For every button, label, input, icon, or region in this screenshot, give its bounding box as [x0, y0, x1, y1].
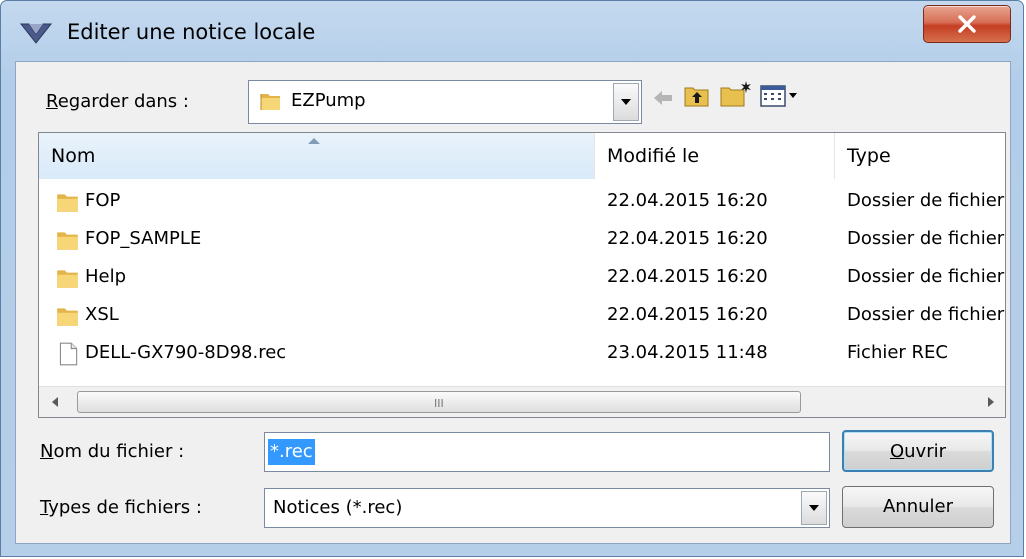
filename-value: *.rec: [268, 439, 315, 465]
filename-input[interactable]: *.rec: [264, 432, 830, 472]
folder-icon: [57, 308, 78, 326]
scrollbar-thumb[interactable]: III: [77, 391, 801, 413]
file-row[interactable]: DELL-GX790-8D98.rec 23.04.2015 11:48 Fic…: [39, 335, 1005, 373]
file-modified: 22.04.2015 16:20: [607, 190, 768, 211]
open-label: uvrir: [904, 441, 947, 462]
file-type: Dossier de fichier: [847, 190, 1005, 211]
file-type: Fichier REC: [847, 342, 948, 363]
scrollbar-grip: III: [434, 397, 444, 410]
lookin-dropdown-button[interactable]: [613, 83, 639, 121]
scroll-left-icon[interactable]: [51, 396, 59, 408]
up-folder-icon[interactable]: [684, 84, 710, 108]
dialog-window: Editer une notice locale Regarder dans :…: [0, 0, 1024, 557]
folder-icon: [260, 94, 280, 110]
file-modified: 23.04.2015 11:48: [607, 342, 768, 363]
column-header-label: Type: [847, 145, 891, 167]
chevron-down-icon: [621, 99, 631, 105]
lookin-combo[interactable]: EZPump: [248, 80, 642, 124]
file-row[interactable]: FOP 22.04.2015 16:20 Dossier de fichier: [39, 183, 1005, 221]
file-name: FOP_SAMPLE: [85, 228, 202, 249]
close-button[interactable]: [923, 5, 1011, 43]
file-type: Dossier de fichier: [847, 266, 1005, 287]
folder-icon: [57, 270, 78, 288]
file-name: XSL: [85, 304, 119, 325]
app-logo-icon: [19, 23, 53, 44]
chevron-down-icon: [809, 505, 819, 511]
filetypes-dropdown-button[interactable]: [801, 491, 827, 525]
file-icon: [59, 342, 78, 366]
scroll-right-icon[interactable]: [987, 396, 995, 408]
column-header-type[interactable]: Type: [835, 133, 1005, 179]
sort-ascending-icon: [308, 138, 320, 144]
view-menu-icon[interactable]: [760, 84, 800, 108]
file-name: DELL-GX790-8D98.rec: [85, 342, 287, 363]
window-title: Editer une notice locale: [67, 20, 316, 44]
filetypes-select[interactable]: Notices (*.rec): [264, 488, 830, 528]
file-type: Dossier de fichier: [847, 228, 1005, 249]
file-modified: 22.04.2015 16:20: [607, 228, 768, 249]
filename-label: Nom du fichier :: [40, 441, 185, 462]
dialog-client-area: Regarder dans : EZPump Nom Modifié le Ty…: [15, 61, 1011, 544]
close-icon: [958, 15, 976, 33]
open-mnemonic: O: [889, 441, 905, 462]
column-header-modified[interactable]: Modifié le: [595, 133, 835, 179]
file-row[interactable]: FOP_SAMPLE 22.04.2015 16:20 Dossier de f…: [39, 221, 1005, 259]
open-button[interactable]: Ouvrir: [842, 430, 994, 472]
file-row[interactable]: Help 22.04.2015 16:20 Dossier de fichier: [39, 259, 1005, 297]
new-folder-icon[interactable]: [720, 80, 752, 108]
file-row[interactable]: XSL 22.04.2015 16:20 Dossier de fichier: [39, 297, 1005, 335]
horizontal-scrollbar[interactable]: III: [39, 386, 1005, 417]
folder-icon: [57, 194, 78, 212]
cancel-button[interactable]: Annuler: [842, 486, 994, 528]
file-type: Dossier de fichier: [847, 304, 1005, 325]
file-list[interactable]: Nom Modifié le Type FOP 22.04.2015 16:20…: [38, 132, 1006, 418]
file-name: FOP: [85, 190, 121, 211]
column-header-label: Nom: [51, 145, 96, 167]
column-header-name[interactable]: Nom: [39, 133, 595, 179]
folder-icon: [57, 232, 78, 250]
file-name: Help: [85, 266, 127, 287]
title-bar[interactable]: Editer une notice locale: [1, 1, 1023, 61]
file-modified: 22.04.2015 16:20: [607, 304, 768, 325]
filetypes-value: Notices (*.rec): [273, 497, 403, 518]
column-header-label: Modifié le: [607, 145, 700, 167]
lookin-value: EZPump: [291, 90, 366, 111]
file-modified: 22.04.2015 16:20: [607, 266, 768, 287]
filetypes-label: Types de fichiers :: [40, 497, 202, 518]
back-arrow-icon[interactable]: [652, 88, 674, 108]
lookin-label: Regarder dans :: [46, 91, 189, 112]
